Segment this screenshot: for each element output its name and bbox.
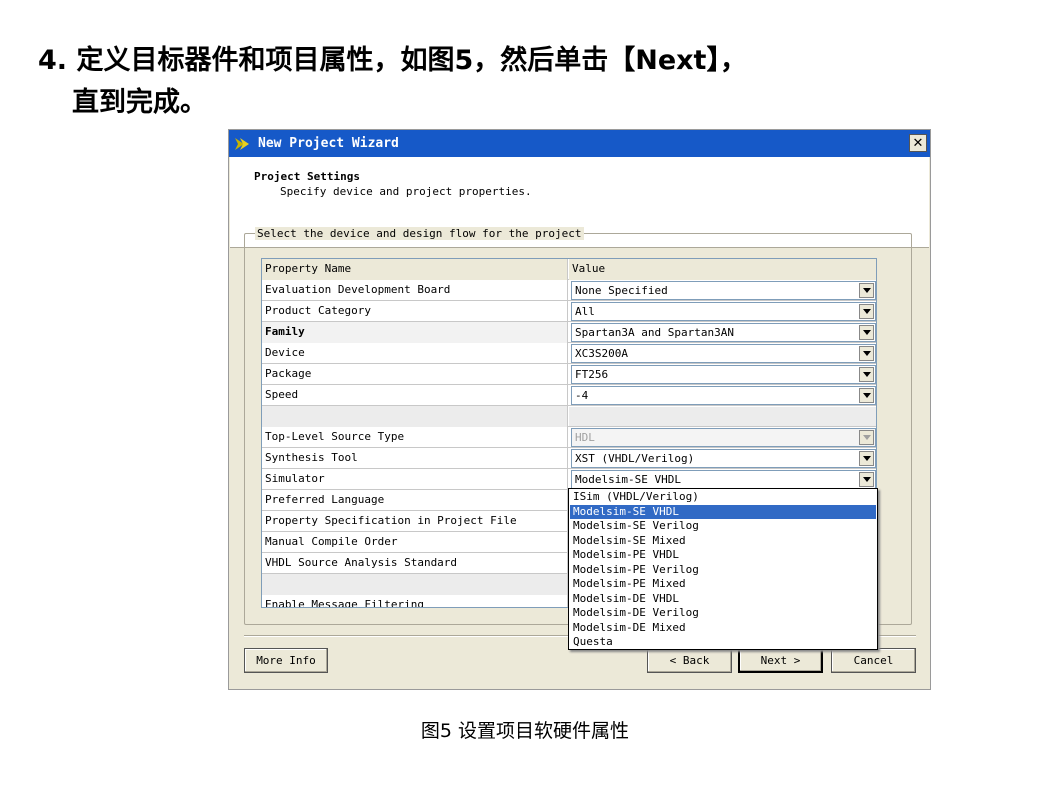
property-name: Product Category [262, 301, 568, 322]
figure-caption: 图5 设置项目软硬件属性 [420, 720, 630, 742]
wizard-arrow-icon [235, 137, 249, 150]
select-value: XC3S200A [575, 347, 628, 360]
select-value: Spartan3A and Spartan3AN [575, 326, 734, 339]
property-name: Evaluation Development Board [262, 280, 568, 301]
window-title: New Project Wizard [258, 136, 399, 151]
dropdown-option[interactable]: Modelsim-PE Mixed [570, 577, 876, 592]
property-name: Property Specification in Project File [262, 511, 568, 532]
cancel-button[interactable]: Cancel [831, 648, 916, 673]
close-icon[interactable]: ✕ [909, 134, 927, 152]
column-header-value: Value [569, 259, 876, 280]
slide-heading: 4. 定义目标器件和项目属性，如图5，然后单击【Next】， 直到完成。 [38, 40, 747, 124]
groupbox-legend: Select the device and design flow for th… [255, 227, 584, 240]
table-row: Speed -4 [262, 385, 876, 406]
chevron-down-icon[interactable] [859, 451, 874, 466]
slide-heading-line1: 4. 定义目标器件和项目属性，如图5，然后单击【Next】， [38, 45, 747, 76]
dropdown-option[interactable]: Modelsim-DE VHDL [570, 592, 876, 607]
chevron-down-icon[interactable] [859, 367, 874, 382]
column-header-property: Property Name [262, 259, 568, 280]
page-subtitle: Specify device and project properties. [280, 185, 532, 198]
device-select[interactable]: XC3S200A [571, 344, 876, 363]
board-select[interactable]: None Specified [571, 281, 876, 300]
table-row: Simulator Modelsim-SE VHDL [262, 469, 876, 490]
dropdown-option[interactable]: Modelsim-DE Mixed [570, 621, 876, 636]
select-value: FT256 [575, 368, 609, 381]
select-value: Modelsim-SE VHDL [575, 473, 681, 486]
property-name [262, 574, 568, 595]
family-select[interactable]: Spartan3A and Spartan3AN [571, 323, 876, 342]
table-row: Device XC3S200A [262, 343, 876, 364]
select-value: None Specified [575, 284, 668, 297]
property-name: Device [262, 343, 568, 364]
table-row-spacer [262, 406, 876, 427]
table-row: Top-Level Source Type HDL [262, 427, 876, 448]
dropdown-option[interactable]: Modelsim-SE Mixed [570, 534, 876, 549]
chevron-down-icon[interactable] [859, 325, 874, 340]
property-name: Manual Compile Order [262, 532, 568, 553]
package-select[interactable]: FT256 [571, 365, 876, 384]
product-category-select[interactable]: All [571, 302, 876, 321]
select-value: -4 [575, 389, 589, 402]
chevron-down-icon[interactable] [859, 304, 874, 319]
top-level-source-select: HDL [571, 428, 876, 447]
property-name: Enable Message Filtering [262, 595, 568, 607]
table-row: Package FT256 [262, 364, 876, 385]
select-value: All [575, 305, 595, 318]
dropdown-option[interactable]: Modelsim-PE Verilog [570, 563, 876, 578]
dropdown-option[interactable]: Modelsim-DE Verilog [570, 606, 876, 621]
window-titlebar[interactable]: New Project Wizard ✕ [229, 130, 930, 157]
more-info-button[interactable]: More Info [244, 648, 328, 673]
synthesis-tool-select[interactable]: XST (VHDL/Verilog) [571, 449, 876, 468]
property-name: Package [262, 364, 568, 385]
property-name: Synthesis Tool [262, 448, 568, 469]
grid-header-row: Property Name Value [262, 259, 876, 280]
dropdown-option[interactable]: ISim (VHDL/Verilog) [570, 490, 876, 505]
chevron-down-icon[interactable] [859, 472, 874, 487]
chevron-down-icon[interactable] [859, 388, 874, 403]
chevron-down-icon [859, 430, 874, 445]
table-row: Family Spartan3A and Spartan3AN [262, 322, 876, 343]
new-project-wizard-window: New Project Wizard ✕ Project Settings Sp… [228, 129, 931, 690]
simulator-dropdown-list[interactable]: ISim (VHDL/Verilog) Modelsim-SE VHDL Mod… [568, 488, 878, 650]
table-row: Synthesis Tool XST (VHDL/Verilog) [262, 448, 876, 469]
next-button[interactable]: Next > [738, 648, 823, 673]
property-name: Speed [262, 385, 568, 406]
table-row: Product Category All [262, 301, 876, 322]
select-value: HDL [575, 431, 595, 444]
back-button[interactable]: < Back [647, 648, 732, 673]
dropdown-option-selected[interactable]: Modelsim-SE VHDL [570, 504, 876, 519]
dropdown-option[interactable]: Modelsim-SE Verilog [570, 519, 876, 534]
property-name [262, 406, 568, 427]
property-name: VHDL Source Analysis Standard [262, 553, 568, 574]
property-name: Family [262, 322, 568, 343]
property-value [569, 407, 876, 426]
table-row: Evaluation Development Board None Specif… [262, 280, 876, 301]
slide-heading-line2: 直到完成。 [72, 87, 207, 118]
property-name: Simulator [262, 469, 568, 490]
speed-select[interactable]: -4 [571, 386, 876, 405]
select-value: XST (VHDL/Verilog) [575, 452, 695, 465]
page-title: Project Settings [254, 170, 360, 183]
property-name: Preferred Language [262, 490, 568, 511]
dropdown-option[interactable]: Questa [570, 635, 876, 650]
property-name: Top-Level Source Type [262, 427, 568, 448]
dropdown-option[interactable]: Modelsim-PE VHDL [570, 548, 876, 563]
chevron-down-icon[interactable] [859, 346, 874, 361]
simulator-select[interactable]: Modelsim-SE VHDL [571, 470, 876, 489]
chevron-down-icon[interactable] [859, 283, 874, 298]
